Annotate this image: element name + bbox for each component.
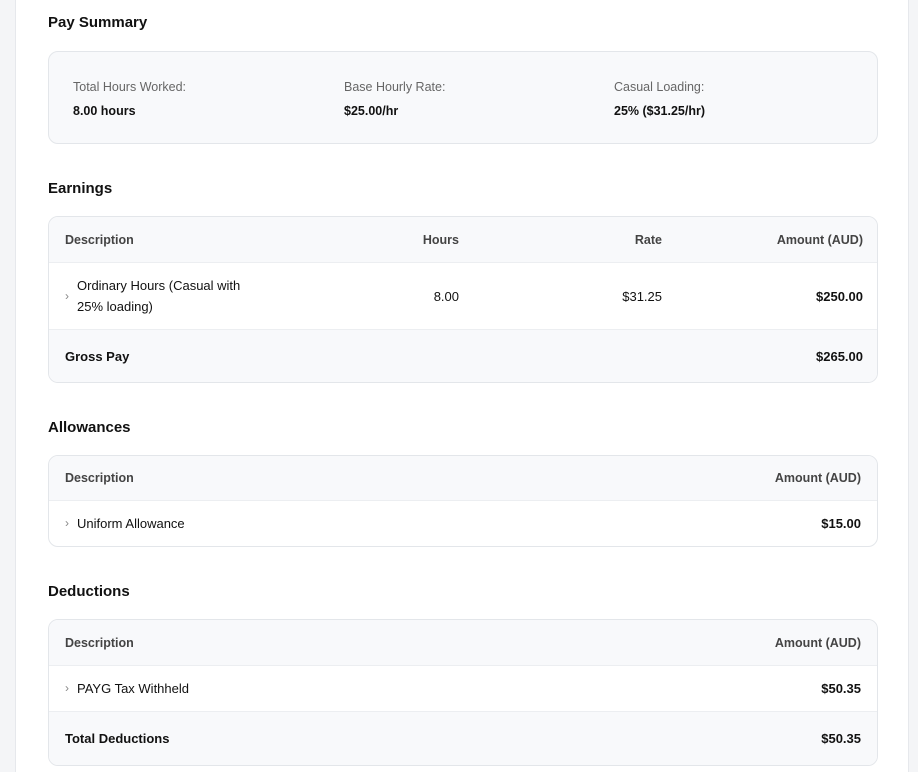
- total-deductions-label: Total Deductions: [65, 731, 170, 746]
- col-rate: Rate: [634, 232, 662, 247]
- row-amount: $15.00: [821, 516, 861, 531]
- summary-label: Total Hours Worked:: [73, 80, 187, 94]
- gross-pay-amount: $265.00: [816, 348, 863, 364]
- table-row[interactable]: › Uniform Allowance $15.00: [49, 500, 877, 546]
- chevron-right-icon[interactable]: ›: [65, 513, 69, 534]
- col-amount: Amount (AUD): [774, 471, 861, 485]
- col-description: Description: [65, 471, 134, 485]
- col-amount: Amount (AUD): [774, 635, 861, 650]
- summary-value: $25.00/hr: [344, 104, 399, 118]
- gross-pay-label: Gross Pay: [65, 348, 130, 364]
- summary-total-hours: Total Hours Worked: 8.00 hours: [73, 80, 186, 118]
- col-hours: Hours: [422, 232, 459, 247]
- pay-summary-card: Total Hours Worked: 8.00 hours Base Hour…: [48, 51, 878, 144]
- deductions-title: Deductions: [48, 583, 130, 600]
- col-description: Description: [65, 635, 134, 650]
- allowances-title: Allowances: [48, 419, 131, 436]
- row-rate: $31.25: [622, 288, 662, 304]
- row-hours: 8.00: [433, 288, 459, 304]
- deductions-table: Description Amount (AUD) › PAYG Tax Withh…: [48, 619, 878, 766]
- summary-base-rate: Base Hourly Rate: $25.00/hr: [344, 80, 445, 118]
- table-row[interactable]: › PAYG Tax Withheld $50.35: [49, 665, 877, 711]
- page: Pay Summary Total Hours Worked: 8.00 hou…: [15, 0, 909, 772]
- gross-pay-row: Gross Pay $265.00: [49, 329, 877, 382]
- col-amount: Amount (AUD): [776, 232, 863, 247]
- summary-value: 8.00 hours: [73, 104, 136, 118]
- col-description: Description: [65, 232, 134, 247]
- total-deductions-row: Total Deductions $50.35: [49, 711, 877, 765]
- chevron-right-icon[interactable]: ›: [65, 678, 69, 699]
- earnings-title: Earnings: [48, 180, 113, 197]
- row-description: PAYG Tax Withheld: [77, 681, 189, 696]
- summary-label: Base Hourly Rate:: [344, 80, 446, 94]
- chevron-right-icon[interactable]: ›: [65, 286, 69, 307]
- row-amount: $50.35: [821, 681, 861, 696]
- row-description: Ordinary Hours (Casual with 25% loading): [77, 278, 241, 314]
- allowances-table: Description Amount (AUD) › Uniform Allowa…: [48, 455, 878, 547]
- summary-value: 25% ($31.25/hr): [614, 104, 706, 118]
- summary-casual-loading: Casual Loading: 25% ($31.25/hr): [614, 80, 705, 118]
- earnings-table: Description Hours Rate Amount (AUD) › Ord…: [48, 216, 878, 383]
- table-row[interactable]: › Ordinary Hours (Casual with 25% loading…: [49, 262, 877, 329]
- table-header: Description Amount (AUD): [49, 620, 877, 665]
- table-header: Description Hours Rate Amount (AUD): [49, 217, 877, 262]
- pay-summary-title: Pay Summary: [48, 14, 148, 31]
- row-description: Uniform Allowance: [77, 516, 185, 531]
- summary-label: Casual Loading:: [614, 80, 705, 94]
- row-amount: $250.00: [816, 288, 863, 304]
- total-deductions-amount: $50.35: [821, 731, 861, 746]
- table-header: Description Amount (AUD): [49, 456, 877, 500]
